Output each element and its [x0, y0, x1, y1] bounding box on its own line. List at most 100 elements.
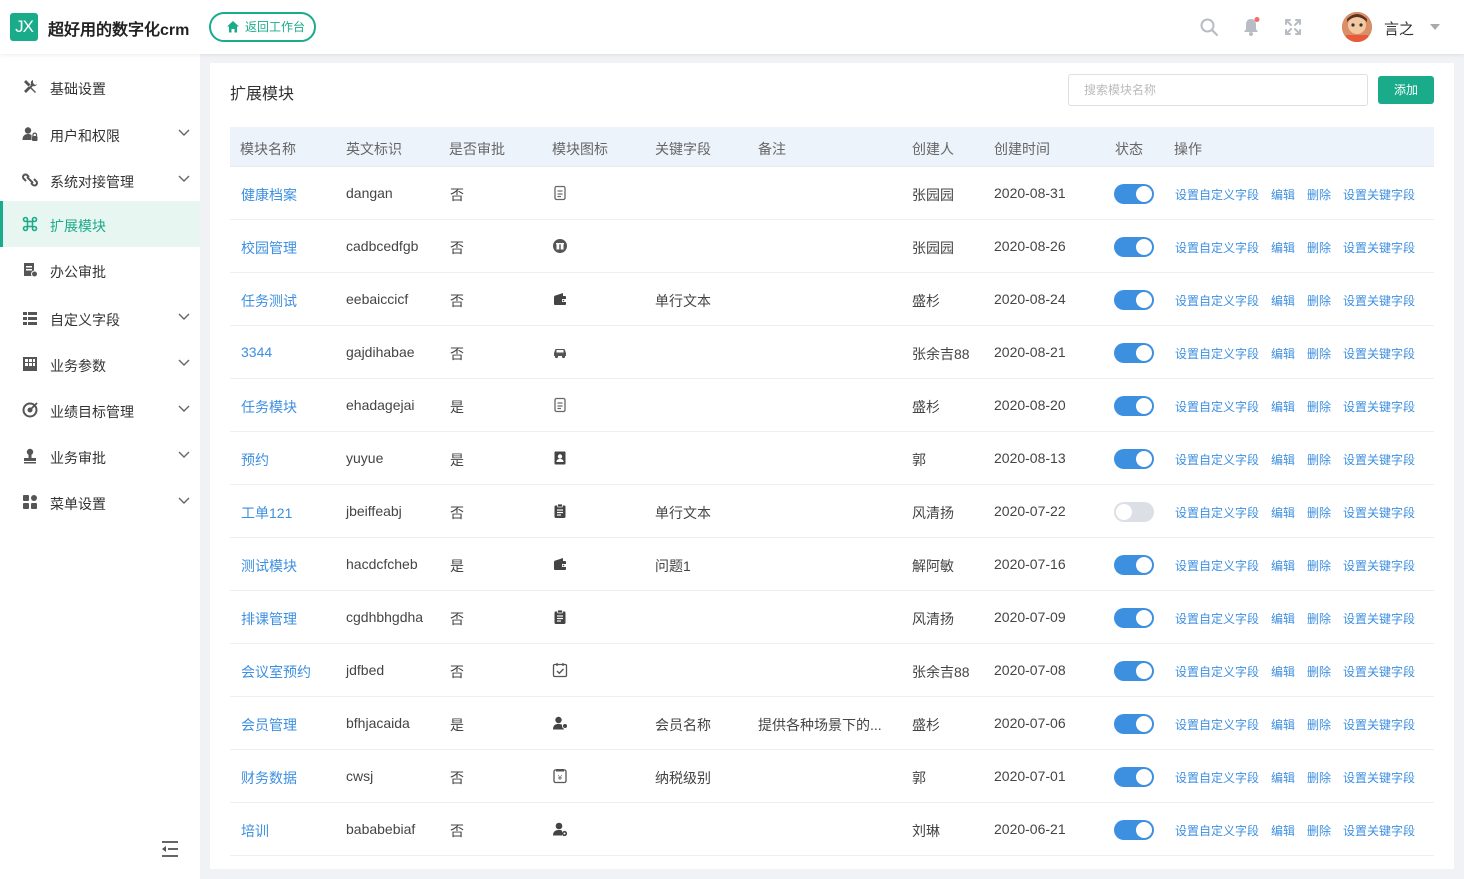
status-toggle[interactable] [1114, 237, 1154, 257]
user-avatar[interactable] [1342, 12, 1372, 42]
edit-link[interactable]: 编辑 [1271, 186, 1295, 203]
delete-link[interactable]: 删除 [1307, 451, 1331, 468]
module-name-link[interactable]: 任务测试 [241, 291, 297, 311]
module-name-link[interactable]: 会员管理 [241, 715, 297, 735]
set-custom-fields-link[interactable]: 设置自定义字段 [1175, 292, 1259, 309]
back-to-workbench-button[interactable]: 返回工作台 [209, 12, 316, 42]
sidebar-item-business-approval[interactable]: 业务审批 [0, 433, 200, 479]
status-toggle[interactable] [1114, 449, 1154, 469]
delete-link[interactable]: 删除 [1307, 663, 1331, 680]
edit-link[interactable]: 编辑 [1271, 504, 1295, 521]
delete-link[interactable]: 删除 [1307, 398, 1331, 415]
top-header: JX 超好用的数字化crm 返回工作台 言之 [0, 0, 1464, 54]
created-date: 2020-07-16 [994, 556, 1066, 572]
set-key-fields-link[interactable]: 设置关键字段 [1343, 610, 1415, 627]
edit-link[interactable]: 编辑 [1271, 610, 1295, 627]
status-toggle[interactable] [1114, 767, 1154, 787]
search-input[interactable] [1068, 74, 1368, 106]
set-key-fields-link[interactable]: 设置关键字段 [1343, 292, 1415, 309]
module-name-link[interactable]: 培训 [241, 821, 269, 841]
set-key-fields-link[interactable]: 设置关键字段 [1343, 822, 1415, 839]
sidebar-item-menu-settings[interactable]: 菜单设置 [0, 479, 200, 525]
sidebar-item-custom-fields[interactable]: 自定义字段 [0, 295, 200, 341]
set-key-fields-link[interactable]: 设置关键字段 [1343, 239, 1415, 256]
sidebar-item-system-integration[interactable]: 系统对接管理 [0, 157, 200, 203]
module-name-link[interactable]: 任务模块 [241, 397, 297, 417]
status-toggle[interactable] [1114, 820, 1154, 840]
module-name-link[interactable]: 3344 [241, 344, 272, 360]
edit-link[interactable]: 编辑 [1271, 345, 1295, 362]
set-key-fields-link[interactable]: 设置关键字段 [1343, 716, 1415, 733]
set-custom-fields-link[interactable]: 设置自定义字段 [1175, 451, 1259, 468]
set-key-fields-link[interactable]: 设置关键字段 [1343, 504, 1415, 521]
set-custom-fields-link[interactable]: 设置自定义字段 [1175, 398, 1259, 415]
status-toggle[interactable] [1114, 290, 1154, 310]
status-toggle[interactable] [1114, 661, 1154, 681]
delete-link[interactable]: 删除 [1307, 345, 1331, 362]
set-key-fields-link[interactable]: 设置关键字段 [1343, 769, 1415, 786]
set-key-fields-link[interactable]: 设置关键字段 [1343, 398, 1415, 415]
edit-link[interactable]: 编辑 [1271, 292, 1295, 309]
set-custom-fields-link[interactable]: 设置自定义字段 [1175, 186, 1259, 203]
module-name-link[interactable]: 会议室预约 [241, 662, 311, 682]
sidebar-item-basic-settings[interactable]: 基础设置 [0, 64, 200, 110]
edit-link[interactable]: 编辑 [1271, 557, 1295, 574]
sidebar-item-users-permissions[interactable]: 用户和权限 [0, 111, 200, 157]
set-key-fields-link[interactable]: 设置关键字段 [1343, 451, 1415, 468]
module-name-link[interactable]: 健康档案 [241, 185, 297, 205]
collapse-menu-icon[interactable] [160, 840, 180, 858]
set-custom-fields-link[interactable]: 设置自定义字段 [1175, 557, 1259, 574]
set-custom-fields-link[interactable]: 设置自定义字段 [1175, 822, 1259, 839]
status-toggle[interactable] [1114, 502, 1154, 522]
status-toggle[interactable] [1114, 714, 1154, 734]
status-toggle[interactable] [1114, 396, 1154, 416]
module-name-link[interactable]: 校园管理 [241, 238, 297, 258]
delete-link[interactable]: 删除 [1307, 292, 1331, 309]
delete-link[interactable]: 删除 [1307, 716, 1331, 733]
set-key-fields-link[interactable]: 设置关键字段 [1343, 186, 1415, 203]
set-custom-fields-link[interactable]: 设置自定义字段 [1175, 345, 1259, 362]
set-custom-fields-link[interactable]: 设置自定义字段 [1175, 504, 1259, 521]
delete-link[interactable]: 删除 [1307, 769, 1331, 786]
set-key-fields-link[interactable]: 设置关键字段 [1343, 345, 1415, 362]
user-name[interactable]: 言之 [1384, 18, 1414, 39]
search-icon[interactable] [1199, 17, 1219, 37]
module-name-link[interactable]: 财务数据 [241, 768, 297, 788]
delete-link[interactable]: 删除 [1307, 239, 1331, 256]
set-key-fields-link[interactable]: 设置关键字段 [1343, 557, 1415, 574]
module-name-link[interactable]: 工单121 [241, 503, 292, 523]
sidebar-item-performance-targets[interactable]: 业绩目标管理 [0, 387, 200, 433]
status-toggle[interactable] [1114, 343, 1154, 363]
set-key-fields-link[interactable]: 设置关键字段 [1343, 663, 1415, 680]
add-button[interactable]: 添加 [1378, 76, 1434, 104]
status-toggle[interactable] [1114, 608, 1154, 628]
delete-link[interactable]: 删除 [1307, 557, 1331, 574]
edit-link[interactable]: 编辑 [1271, 716, 1295, 733]
module-name-link[interactable]: 预约 [241, 450, 269, 470]
edit-link[interactable]: 编辑 [1271, 822, 1295, 839]
delete-link[interactable]: 删除 [1307, 822, 1331, 839]
delete-link[interactable]: 删除 [1307, 610, 1331, 627]
status-toggle[interactable] [1114, 184, 1154, 204]
chevron-down-icon[interactable] [1430, 24, 1440, 30]
set-custom-fields-link[interactable]: 设置自定义字段 [1175, 769, 1259, 786]
sidebar-item-office-approval[interactable]: 办公审批 [0, 247, 200, 293]
set-custom-fields-link[interactable]: 设置自定义字段 [1175, 239, 1259, 256]
status-toggle[interactable] [1114, 555, 1154, 575]
set-custom-fields-link[interactable]: 设置自定义字段 [1175, 610, 1259, 627]
delete-link[interactable]: 删除 [1307, 504, 1331, 521]
fullscreen-icon[interactable] [1283, 17, 1303, 37]
delete-link[interactable]: 删除 [1307, 186, 1331, 203]
edit-link[interactable]: 编辑 [1271, 451, 1295, 468]
set-custom-fields-link[interactable]: 设置自定义字段 [1175, 716, 1259, 733]
module-name-link[interactable]: 排课管理 [241, 609, 297, 629]
bell-icon[interactable] [1241, 17, 1261, 37]
sidebar-item-extension-modules[interactable]: 扩展模块 [0, 201, 200, 247]
sidebar-item-business-params[interactable]: 业务参数 [0, 341, 200, 387]
set-custom-fields-link[interactable]: 设置自定义字段 [1175, 663, 1259, 680]
module-name-link[interactable]: 测试模块 [241, 556, 297, 576]
edit-link[interactable]: 编辑 [1271, 769, 1295, 786]
edit-link[interactable]: 编辑 [1271, 663, 1295, 680]
edit-link[interactable]: 编辑 [1271, 239, 1295, 256]
edit-link[interactable]: 编辑 [1271, 398, 1295, 415]
